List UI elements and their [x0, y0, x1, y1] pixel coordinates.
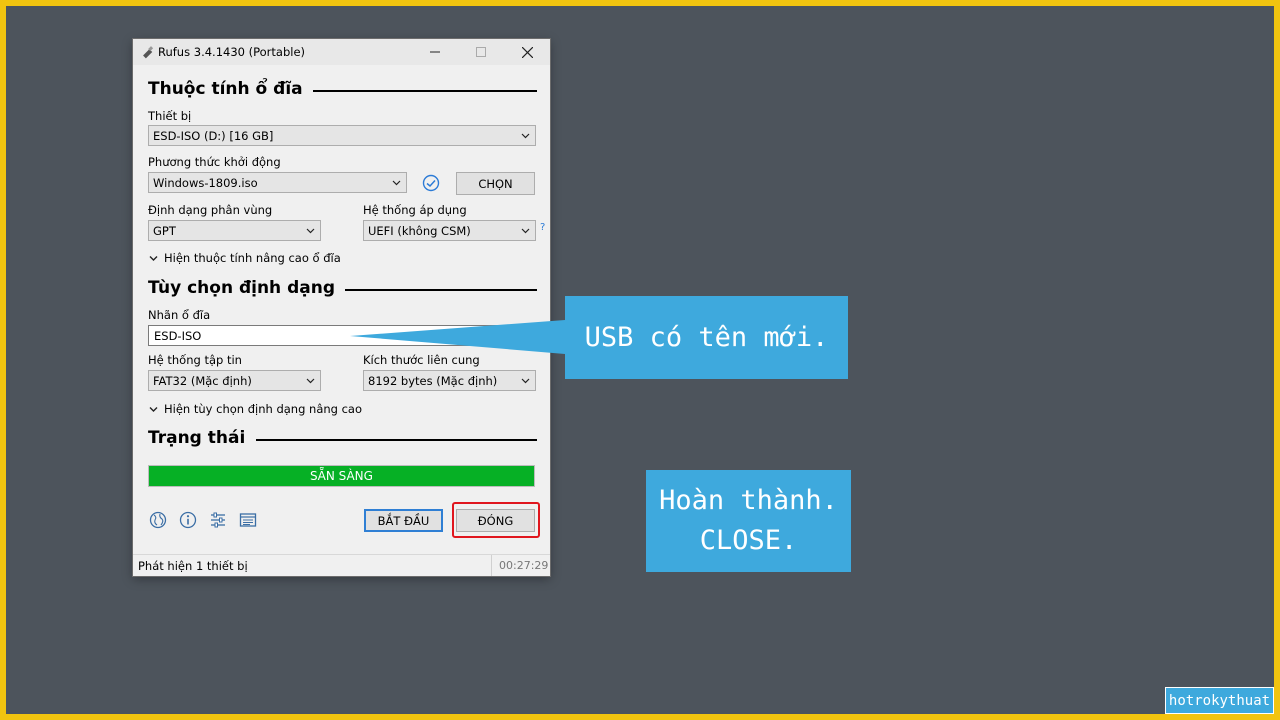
log-icon[interactable]	[239, 511, 257, 529]
minimize-icon	[430, 51, 440, 53]
target-system-label: Hệ thống áp dụng	[363, 203, 467, 217]
device-value: ESD-ISO (D:) [16 GB]	[153, 129, 274, 143]
chevron-down-icon	[521, 228, 530, 234]
status-bar: Phát hiện 1 thiết bị 00:27:29	[133, 554, 550, 576]
help-link[interactable]: ?	[540, 222, 545, 233]
close-button-highlight	[452, 502, 540, 538]
chevron-down-icon	[149, 407, 158, 412]
format-options-heading: Tùy chọn định dạng	[148, 278, 335, 298]
settings-icon[interactable]	[209, 511, 227, 529]
window-title: Rufus 3.4.1430 (Portable)	[158, 45, 306, 59]
maximize-icon	[476, 47, 486, 57]
chevron-down-icon	[521, 133, 530, 139]
partition-scheme-label: Định dạng phân vùng	[148, 203, 273, 217]
done-callout-line2: CLOSE.	[699, 525, 798, 556]
file-system-label: Hệ thống tập tin	[148, 353, 242, 367]
callout-pointer	[350, 320, 565, 354]
target-system-value: UEFI (không CSM)	[368, 224, 471, 238]
target-system-dropdown[interactable]: UEFI (không CSM)	[363, 220, 536, 241]
advanced-drive-label: Hiện thuộc tính nâng cao ổ đĩa	[164, 251, 341, 265]
advanced-format-label: Hiện tùy chọn định dạng nâng cao	[164, 402, 363, 416]
status-heading: Trạng thái	[148, 428, 246, 448]
boot-selection-dropdown[interactable]: Windows-1809.iso	[148, 172, 407, 193]
section-divider	[256, 439, 537, 441]
volume-label-label: Nhãn ổ đĩa	[148, 308, 211, 322]
advanced-drive-toggle[interactable]: Hiện thuộc tính nâng cao ổ đĩa	[149, 251, 341, 265]
advanced-format-toggle[interactable]: Hiện tùy chọn định dạng nâng cao	[149, 402, 362, 416]
chevron-down-icon	[306, 228, 315, 234]
maximize-button[interactable]	[458, 39, 504, 65]
watermark-badge: hotrokythuat	[1166, 688, 1273, 713]
globe-icon[interactable]	[149, 511, 167, 529]
select-button[interactable]: CHỌN	[456, 172, 535, 195]
chevron-down-icon	[149, 256, 158, 261]
usb-drive-icon	[143, 46, 154, 59]
title-bar[interactable]: Rufus 3.4.1430 (Portable)	[133, 39, 550, 65]
drive-properties-heading: Thuộc tính ổ đĩa	[148, 79, 303, 99]
device-dropdown[interactable]: ESD-ISO (D:) [16 GB]	[148, 125, 536, 146]
rufus-window: Rufus 3.4.1430 (Portable) Thuộc tính ổ đ…	[133, 39, 550, 576]
cluster-size-dropdown[interactable]: 8192 bytes (Mặc định)	[363, 370, 536, 391]
info-icon[interactable]	[179, 511, 197, 529]
partition-scheme-dropdown[interactable]: GPT	[148, 220, 321, 241]
chevron-down-icon	[306, 378, 315, 384]
done-callout: Hoàn thành. CLOSE.	[646, 470, 851, 572]
close-icon	[521, 46, 533, 58]
device-label: Thiết bị	[148, 109, 192, 123]
section-divider	[345, 289, 537, 291]
check-hash-icon[interactable]	[422, 174, 440, 192]
progress-bar: SẴN SÀNG	[148, 465, 535, 487]
file-system-dropdown[interactable]: FAT32 (Mặc định)	[148, 370, 321, 391]
partition-scheme-value: GPT	[153, 224, 176, 238]
chevron-down-icon	[392, 180, 401, 186]
cluster-size-value: 8192 bytes (Mặc định)	[368, 374, 498, 388]
boot-selection-value: Windows-1809.iso	[153, 176, 258, 190]
section-divider	[313, 90, 537, 92]
boot-selection-label: Phương thức khởi động	[148, 155, 281, 169]
minimize-button[interactable]	[412, 39, 458, 65]
start-button[interactable]: BẮT ĐẦU	[364, 509, 443, 532]
chevron-down-icon	[521, 378, 530, 384]
elapsed-time: 00:27:29	[491, 555, 550, 576]
file-system-value: FAT32 (Mặc định)	[153, 374, 252, 388]
usb-name-callout: USB có tên mới.	[565, 296, 848, 379]
done-callout-line1: Hoàn thành.	[659, 485, 838, 516]
status-message: Phát hiện 1 thiết bị	[138, 559, 248, 573]
close-window-button[interactable]	[504, 39, 550, 65]
